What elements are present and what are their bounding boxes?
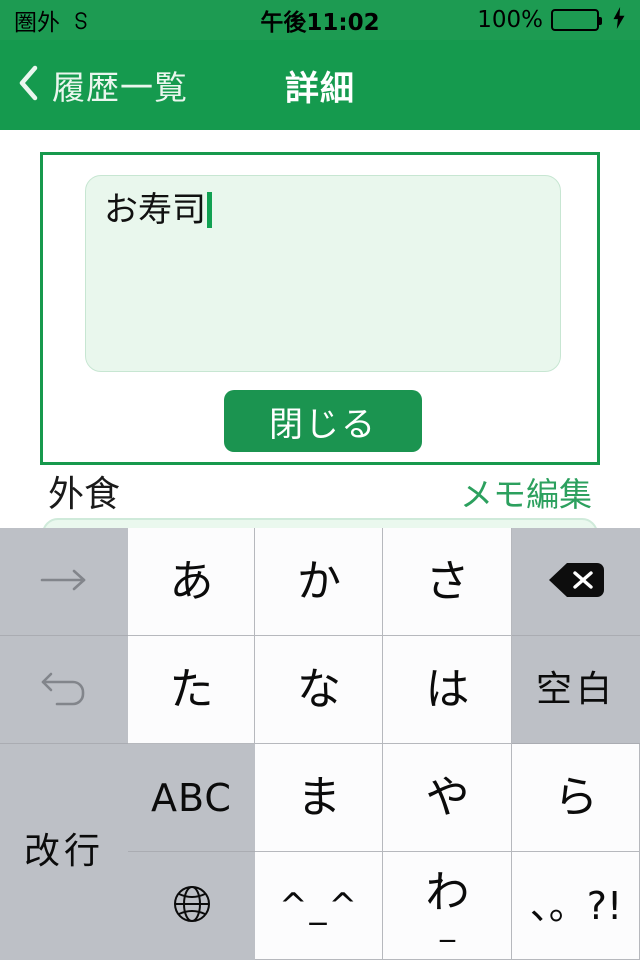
memo-textarea[interactable]: お寿司: [85, 175, 561, 372]
space-key-label: 空白: [535, 669, 616, 710]
kana-key-ka[interactable]: か: [255, 528, 383, 636]
next-candidate-key[interactable]: [0, 528, 128, 636]
globe-key[interactable]: [128, 852, 255, 960]
return-key[interactable]: 改行: [0, 744, 128, 960]
abc-keyboard-key-label: ABC: [151, 776, 232, 820]
kana-key-sa-label: さ: [425, 556, 470, 607]
battery-full-icon: [551, 9, 602, 31]
spiral-icon: [70, 9, 92, 31]
kana-key-ra-label: ら: [554, 772, 598, 823]
back-button-label: 履歴一覧: [52, 68, 188, 107]
memo-edit-modal: お寿司 閉じる: [40, 152, 600, 465]
chevron-left-icon: [18, 64, 40, 107]
delete-key[interactable]: [512, 528, 640, 636]
category-label: 外食: [48, 474, 121, 515]
arrow-right-icon: [36, 565, 92, 600]
kana-key-ra[interactable]: ら: [512, 744, 640, 852]
punctuation-key[interactable]: 、。?!: [512, 852, 640, 960]
status-bar-left: 圏外: [14, 3, 260, 37]
space-key[interactable]: 空白: [512, 636, 640, 744]
punctuation-key-label: 、。?!: [529, 884, 623, 928]
kana-key-ya[interactable]: や: [383, 744, 512, 852]
back-button[interactable]: 履歴一覧: [0, 61, 188, 109]
page-title-label: 詳細: [285, 68, 355, 109]
kana-key-ya-label: や: [425, 772, 470, 823]
navigation-bar: 履歴一覧 詳細: [0, 40, 640, 130]
kana-key-ha[interactable]: は: [383, 636, 512, 744]
kana-key-na[interactable]: な: [255, 636, 383, 744]
kana-key-sa[interactable]: さ: [383, 528, 512, 636]
lightning-bolt-icon: [607, 6, 626, 34]
category-row: 外食 メモ編集: [0, 465, 640, 517]
return-key-label: 改行: [23, 831, 104, 872]
kana-key-ha-label: は: [425, 664, 470, 715]
close-button[interactable]: 閉じる: [224, 390, 422, 452]
carrier-label: 圏外: [14, 10, 60, 36]
kana-key-ma[interactable]: ま: [255, 744, 383, 852]
kana-key-na-label: な: [297, 664, 341, 715]
status-bar-center: 午後11:02: [260, 3, 379, 37]
delete-backward-icon: [547, 560, 605, 605]
clock-label: 午後11:02: [260, 10, 380, 36]
memo-edit-link[interactable]: メモ編集: [460, 468, 592, 516]
emoticon-key-label: ^_^: [279, 886, 359, 926]
kana-key-ta-label: た: [169, 664, 214, 715]
kana-key-ma-label: ま: [297, 772, 341, 823]
app-screen: 圏外 午後11:02 100% 履歴一覧 詳細 外食 メモ編集 お寿司 閉じる …: [0, 0, 640, 960]
abc-keyboard-key[interactable]: ABC: [128, 744, 255, 852]
text-caret: [207, 192, 212, 228]
software-keyboard: あ か さ た な は 空白 ABC ま や ら 改行 ^_^ わ _ 、。?!: [0, 528, 640, 960]
kana-key-wa-sublabel: _: [440, 908, 455, 943]
kana-key-wa[interactable]: わ _: [383, 852, 512, 960]
memo-textarea-value: お寿司: [104, 190, 206, 230]
status-bar: 圏外 午後11:02 100%: [0, 0, 640, 40]
emoticon-key[interactable]: ^_^: [255, 852, 383, 960]
battery-percent-label: 100%: [477, 7, 543, 33]
kana-key-a-label: あ: [169, 556, 214, 607]
status-bar-right: 100%: [380, 6, 626, 34]
kana-key-ta[interactable]: た: [128, 636, 255, 744]
undo-arrow-icon: [39, 666, 89, 715]
kana-key-a[interactable]: あ: [128, 528, 255, 636]
kana-key-ka-label: か: [297, 556, 341, 607]
globe-icon: [170, 882, 214, 931]
undo-key[interactable]: [0, 636, 128, 744]
close-button-label: 閉じる: [269, 404, 377, 445]
